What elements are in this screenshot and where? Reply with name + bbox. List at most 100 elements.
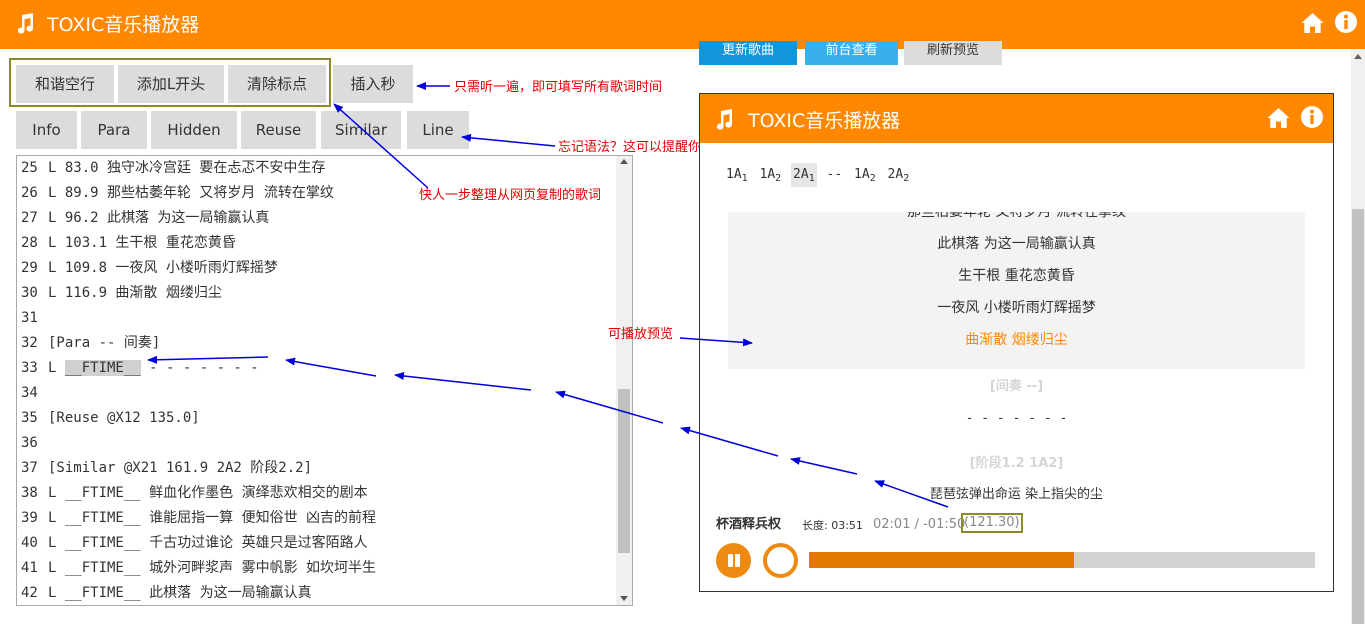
editor-scrollbar[interactable] <box>616 156 632 605</box>
structure-token-sub: 1 <box>808 173 815 184</box>
ftime-placeholder[interactable]: __FTIME__ <box>64 360 141 376</box>
scroll-up-arrow-icon[interactable] <box>620 159 628 164</box>
line-number: 40 <box>21 535 38 551</box>
editor-scroll-thumb[interactable] <box>618 389 630 553</box>
line-text: [Para -- 间奏] <box>48 335 161 351</box>
structure-token[interactable]: 2A1 <box>791 163 817 187</box>
music-note-icon <box>17 13 34 34</box>
pause-button[interactable] <box>716 543 751 578</box>
line-number: 29 <box>21 260 38 276</box>
structure-token[interactable]: 2A2 <box>886 163 912 187</box>
line-number: 31 <box>21 310 38 326</box>
line-number: 27 <box>21 210 38 226</box>
editor-line[interactable]: 38 L __FTIME__ 鲜血化作墨色 演绎悲欢相交的剧本 <box>21 481 617 506</box>
editor-line[interactable]: 32 [Para -- 间奏] <box>21 331 617 356</box>
line-text: L __FTIME__ 此棋落 为这一局输赢认真 <box>48 585 312 601</box>
page-scrollbar[interactable] <box>1351 49 1365 624</box>
interlude-dashes: - - - - - - - <box>965 411 1068 426</box>
structure-token[interactable]: 1A2 <box>852 163 878 187</box>
editor-line[interactable]: 40 L __FTIME__ 千古功过谁论 英雄只是过客陌路人 <box>21 531 617 556</box>
progress-bar[interactable] <box>809 552 1315 568</box>
line-text: [Similar @X21 161.9 2A2 阶段2.2] <box>48 460 313 476</box>
editor-line[interactable]: 35 [Reuse @X12 135.0] <box>21 406 617 431</box>
editor-line[interactable]: 29 L 109.8 一夜风 小楼听雨灯辉摇梦 <box>21 256 617 281</box>
structure-token-base: 2A <box>793 167 809 182</box>
similar-button[interactable]: Similar <box>321 111 401 149</box>
update-song-button[interactable]: 更新歌曲 <box>699 41 797 65</box>
line-number: 35 <box>21 410 38 426</box>
editor-line[interactable]: 34 <box>21 381 617 406</box>
current-lyric-line: 曲渐散 烟缕归尘 <box>965 332 1068 348</box>
structure-token-base: 1A <box>759 167 776 182</box>
refresh-preview-button[interactable]: 刷新预览 <box>904 41 1002 65</box>
info-icon[interactable] <box>1300 105 1324 129</box>
add-l-prefix-button[interactable]: 添加L开头 <box>118 65 224 103</box>
editor-line[interactable]: 31 <box>21 306 617 331</box>
editor-line[interactable]: 30 L 116.9 曲渐散 烟缕归尘 <box>21 281 617 306</box>
info-icon[interactable] <box>1334 10 1358 34</box>
song-name: 杯酒释兵权 <box>716 517 782 532</box>
line-number: 36 <box>21 435 38 451</box>
line-number: 39 <box>21 510 38 526</box>
home-icon[interactable] <box>1266 106 1291 130</box>
line-number: 41 <box>21 560 38 576</box>
structure-token[interactable]: -- <box>825 163 845 187</box>
editor-line[interactable]: 37 [Similar @X21 161.9 2A2 阶段2.2] <box>21 456 617 481</box>
line-number: 32 <box>21 335 38 351</box>
editor-line[interactable]: 27 L 96.2 此棋落 为这一局输赢认真 <box>21 206 617 231</box>
clear-marks-button[interactable]: 清除标点 <box>228 65 326 103</box>
line-text: L 96.2 此棋落 为这一局输赢认真 <box>48 210 270 226</box>
line-number: 34 <box>21 385 38 401</box>
line-text: L __FTIME__ 鲜血化作墨色 演绎悲欢相交的剧本 <box>48 485 368 501</box>
app-title: TOXIC音乐播放器 <box>47 14 200 36</box>
position-seconds: (121.30) <box>961 513 1023 533</box>
structure-token-sub: 1 <box>741 173 748 184</box>
editor-line[interactable]: 25 L 83.0 独守冰冷宫廷 要在忐忑不安中生存 <box>21 156 617 181</box>
progress-fill <box>809 552 1075 568</box>
editor-line[interactable]: 36 <box>21 431 617 456</box>
next-lyric: 琵琶弦弹出命运 染上指尖的尘 <box>929 487 1104 502</box>
line-text: - - - - - - - <box>140 360 259 376</box>
line-text: L 83.0 独守冰冷宫廷 要在忐忑不安中生存 <box>48 160 326 176</box>
lyric-line: 一夜风 小楼听雨灯辉摇梦 <box>937 300 1096 316</box>
structure-token[interactable]: 1A1 <box>724 163 750 187</box>
player-preview: TOXIC音乐播放器 1A1 1A2 2A1 -- 1A2 2A2 那些枯萎年轮… <box>699 93 1334 592</box>
harmony-blank-button[interactable]: 和谐空行 <box>16 65 114 103</box>
lyrics-editor[interactable]: 25 L 83.0 独守冰冷宫廷 要在忐忑不安中生存 26 L 89.9 那些枯萎年轮… <box>16 155 633 606</box>
editor-line[interactable]: 42 L __FTIME__ 此棋落 为这一局输赢认真 <box>21 581 617 605</box>
song-structure: 1A1 1A2 2A1 -- 1A2 2A2 <box>724 163 911 189</box>
time-display: 02:01 / -01:50 <box>873 517 966 532</box>
line-button[interactable]: Line <box>407 111 469 149</box>
page-scroll-thumb[interactable] <box>1352 209 1364 624</box>
player-header: TOXIC音乐播放器 <box>700 94 1333 143</box>
annotation-preview: 可播放预览 <box>608 327 674 342</box>
view-frontend-button[interactable]: 前台查看 <box>805 41 898 65</box>
song-length: 长度: 03:51 <box>802 519 863 532</box>
annotation-forgot-syntax: 忘记语法？这可以提醒你 <box>558 140 702 155</box>
scroll-down-arrow-icon[interactable] <box>620 596 628 601</box>
hidden-button[interactable]: Hidden <box>151 111 237 149</box>
editor-line[interactable]: 39 L __FTIME__ 谁能屈指一算 便知俗世 凶吉的前程 <box>21 506 617 531</box>
editor-line[interactable]: 41 L __FTIME__ 城外河畔浆声 雾中帆影 如坎坷半生 <box>21 556 617 581</box>
structure-token-base: 2A <box>887 167 904 182</box>
lyric-line: 生干根 重花恋黄昏 <box>958 268 1075 284</box>
para-button[interactable]: Para <box>81 111 147 149</box>
editor-line[interactable]: 28 L 103.1 生干根 重花恋黄昏 <box>21 231 617 256</box>
stop-button[interactable] <box>763 543 798 578</box>
lyrics-display: 那些枯萎年轮 又将岁月 流转在掌纹 此棋落 为这一局输赢认真 生干根 重花恋黄昏 一夜… <box>728 212 1305 369</box>
info-button[interactable]: Info <box>16 111 77 149</box>
reuse-button[interactable]: Reuse <box>241 111 316 149</box>
insert-seconds-button[interactable]: 插入秒 <box>333 65 413 103</box>
editor-line[interactable]: 33 L __FTIME__ - - - - - - - <box>21 356 617 381</box>
lyric-line: 此棋落 为这一局输赢认真 <box>937 236 1096 252</box>
line-number: 33 <box>21 360 38 376</box>
page-scroll-up-icon[interactable] <box>1354 54 1362 59</box>
structure-token-base: 1A <box>854 167 870 182</box>
app-root: TOXIC音乐播放器 更新歌曲 前台查看 刷新预览 和谐空行 添加L开头 清除标… <box>0 0 1365 624</box>
structure-token[interactable]: 1A2 <box>758 163 784 187</box>
line-text: L __FTIME__ 城外河畔浆声 雾中帆影 如坎坷半生 <box>48 560 377 576</box>
line-text: L <box>48 360 65 376</box>
line-number: 37 <box>21 460 38 476</box>
home-icon[interactable] <box>1300 11 1325 35</box>
structure-token-sub: 2 <box>775 173 782 184</box>
